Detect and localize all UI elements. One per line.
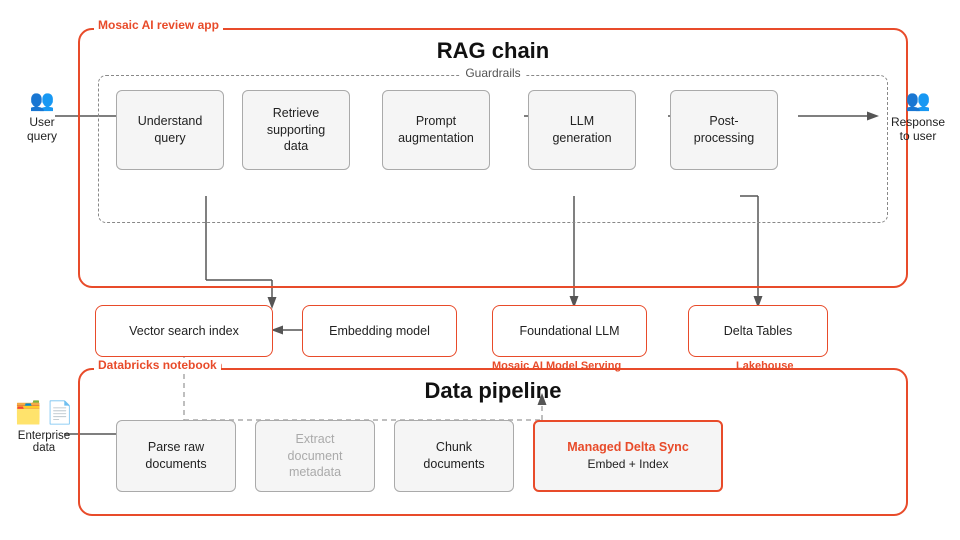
dp-outer-box: Databricks notebook Data pipeline Parse … xyxy=(78,368,908,516)
dp-step-managed: Managed Delta Sync Embed + Index xyxy=(533,420,723,492)
rag-title: RAG chain xyxy=(80,38,906,64)
main-diagram: 👥 User query Mosaic AI review app RAG ch… xyxy=(0,0,960,540)
rag-step-prompt: Promptaugmentation xyxy=(382,90,490,170)
vector-search-box: Vector search index xyxy=(95,305,273,357)
managed-sub: Embed + Index xyxy=(567,456,689,472)
dp-step-parse: Parse rawdocuments xyxy=(116,420,236,492)
dp-step-chunk: Chunkdocuments xyxy=(394,420,514,492)
rag-step-retrieve: Retrievesupportingdata xyxy=(242,90,350,170)
embedding-box: Embedding model xyxy=(302,305,457,357)
rag-outer-box: Mosaic AI review app RAG chain Guardrail… xyxy=(78,28,908,288)
dp-title: Data pipeline xyxy=(80,378,906,404)
enterprise-file-icon: 📄 xyxy=(46,400,73,426)
managed-title: Managed Delta Sync xyxy=(567,439,689,456)
guardrails-label: Guardrails xyxy=(459,66,526,80)
delta-tables-box: Delta Tables xyxy=(688,305,828,357)
dp-step-extract: Extractdocumentmetadata xyxy=(255,420,375,492)
user-query-label: 👥 User query xyxy=(14,88,70,143)
dp-outer-label: Databricks notebook xyxy=(94,358,221,372)
response-user-label: 👥 Responseto user xyxy=(880,88,956,143)
user-icon: 👥 xyxy=(14,88,70,113)
rag-step-post: Post-processing xyxy=(670,90,778,170)
rag-step-llm: LLMgeneration xyxy=(528,90,636,170)
enterprise-doc-icon: 🗂️ xyxy=(15,400,42,426)
enterprise-data-label: 🗂️ 📄 Enterprisedata xyxy=(14,400,74,454)
foundational-llm-box: Foundational LLM xyxy=(492,305,647,357)
rag-outer-label: Mosaic AI review app xyxy=(94,18,223,32)
rag-step-understand: Understandquery xyxy=(116,90,224,170)
